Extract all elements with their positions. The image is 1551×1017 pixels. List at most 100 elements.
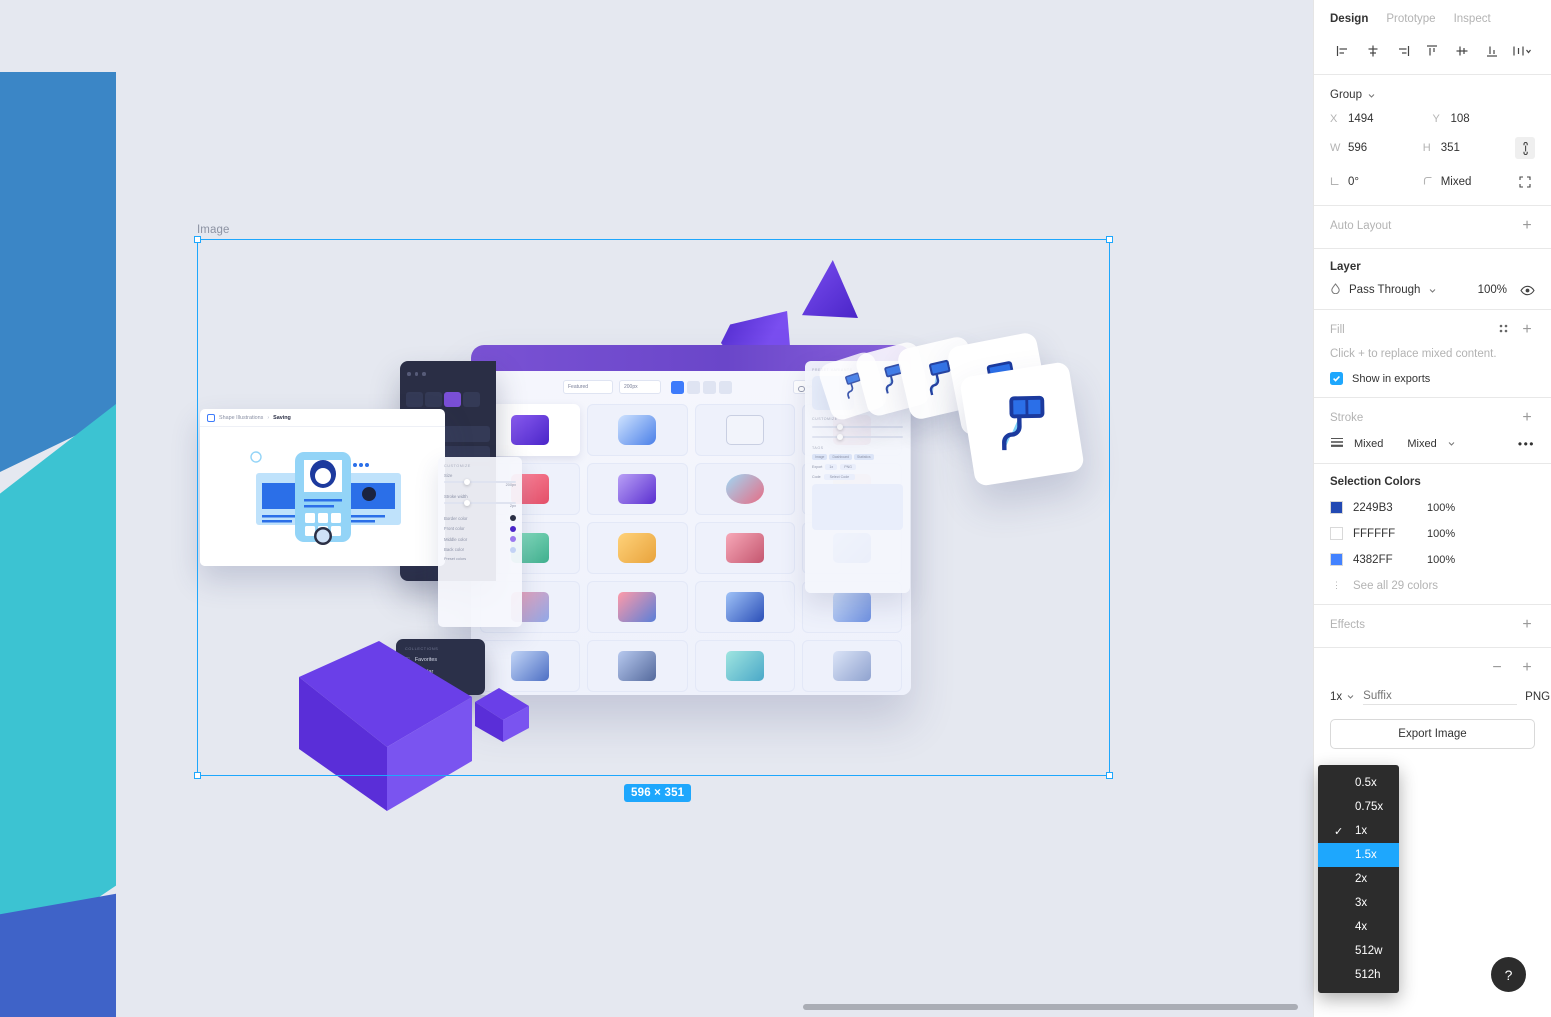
rotation-field[interactable]: 0° xyxy=(1330,176,1423,189)
menu-item-512h[interactable]: 512h xyxy=(1318,963,1399,987)
customize-size-row: Size 200px xyxy=(444,473,516,487)
blend-mode-value[interactable]: Pass Through xyxy=(1349,284,1420,296)
eye-icon[interactable] xyxy=(1515,285,1535,296)
tab-prototype[interactable]: Prototype xyxy=(1386,13,1435,25)
help-button[interactable]: ? xyxy=(1491,957,1526,992)
remove-export-button[interactable]: − xyxy=(1489,660,1505,676)
menu-item-1-5x[interactable]: 1.5x xyxy=(1318,843,1399,867)
see-all-colors-row[interactable]: ⋮ See all 29 colors xyxy=(1330,580,1535,592)
chevron-down-icon[interactable] xyxy=(1447,439,1456,448)
menu-item-2x[interactable]: 2x xyxy=(1318,867,1399,891)
corner-radius-independent-icon[interactable] xyxy=(1515,171,1535,193)
canvas-area[interactable]: Featured 200px Search 1024 illustrations xyxy=(0,0,1313,1017)
tab-inspect[interactable]: Inspect xyxy=(1454,13,1491,25)
chevron-down-icon[interactable] xyxy=(1428,286,1437,295)
preset-customize-title: CUSTOMIZE xyxy=(812,417,838,421)
distribute-icon[interactable] xyxy=(1511,40,1533,62)
add-stroke-button[interactable]: + xyxy=(1519,410,1535,426)
selection-name-label: Image xyxy=(197,224,230,236)
y-value: 108 xyxy=(1450,113,1470,125)
add-export-button[interactable]: + xyxy=(1519,660,1535,676)
tab-design[interactable]: Design xyxy=(1330,13,1368,25)
w-field[interactable]: W 596 xyxy=(1330,142,1423,154)
align-horizontal-center-icon[interactable] xyxy=(1362,40,1384,62)
x-field[interactable]: X 1494 xyxy=(1330,113,1433,125)
selection-colors-section: Selection Colors 2249B3 100% FFFFFF 100%… xyxy=(1314,464,1551,605)
size-dropdown: 200px xyxy=(619,380,661,394)
color-swatch[interactable] xyxy=(1330,527,1343,540)
stroke-weight-value[interactable]: Mixed xyxy=(1354,438,1383,450)
corner-radius-field[interactable]: Mixed xyxy=(1423,176,1516,189)
menu-item-3x[interactable]: 3x xyxy=(1318,891,1399,915)
preset-code-box xyxy=(812,484,903,530)
customize-color-row: Front color xyxy=(444,525,516,532)
export-format-dropdown[interactable]: PNG xyxy=(1525,691,1551,703)
artwork-detail-card: Shape Illustrations › Saving xyxy=(200,409,445,566)
layer-title: Layer xyxy=(1330,261,1361,273)
menu-item-0-75x[interactable]: 0.75x xyxy=(1318,795,1399,819)
fill-hint: Click + to replace mixed content. xyxy=(1330,348,1497,360)
align-vertical-center-icon[interactable] xyxy=(1451,40,1473,62)
link-constrain-icon[interactable] xyxy=(1515,137,1536,159)
selection-type[interactable]: Group xyxy=(1330,89,1535,101)
export-scale-dropdown[interactable]: 1x xyxy=(1330,691,1355,703)
stroke-align-value[interactable]: Mixed xyxy=(1407,438,1436,450)
show-in-exports-checkbox[interactable] xyxy=(1330,372,1343,385)
menu-item-512w[interactable]: 512w xyxy=(1318,939,1399,963)
selection-color-row[interactable]: 4382FF 100% xyxy=(1330,553,1535,566)
illustration-cell xyxy=(694,404,795,456)
preset-colors-label: Preset colors xyxy=(444,557,467,561)
chevron-down-icon xyxy=(1368,93,1375,98)
y-field[interactable]: Y 108 xyxy=(1433,113,1536,125)
show-in-exports-row[interactable]: Show in exports xyxy=(1330,372,1535,385)
color-swatch[interactable] xyxy=(1330,553,1343,566)
menu-item-1x[interactable]: ✓ 1x xyxy=(1318,819,1399,843)
menu-item-0-5x[interactable]: 0.5x xyxy=(1318,771,1399,795)
h-label: H xyxy=(1422,142,1431,154)
card-illustration xyxy=(200,427,445,566)
align-left-icon[interactable] xyxy=(1332,40,1354,62)
selection-color-row[interactable]: FFFFFF 100% xyxy=(1330,527,1535,540)
chevron-down-icon xyxy=(1347,695,1354,699)
show-in-exports-label: Show in exports xyxy=(1352,372,1431,385)
horizontal-scrollbar[interactable] xyxy=(803,1004,1298,1010)
export-scale-menu[interactable]: 0.5x 0.75x ✓ 1x 1.5x 2x 3x 4x 512w 512h xyxy=(1318,765,1399,993)
brush-card-front xyxy=(959,361,1085,487)
align-right-icon[interactable] xyxy=(1392,40,1414,62)
selection-color-row[interactable]: 2249B3 100% xyxy=(1330,501,1535,514)
stroke-more-icon[interactable]: ••• xyxy=(1518,437,1535,451)
selected-image-artwork[interactable]: Featured 200px Search 1024 illustrations xyxy=(197,239,1110,811)
rotation-value: 0° xyxy=(1348,176,1359,188)
color-hex: 4382FF xyxy=(1353,553,1393,566)
paint-brush-icon xyxy=(1002,395,1045,451)
align-bottom-icon[interactable] xyxy=(1481,40,1503,62)
add-effect-button[interactable]: + xyxy=(1519,617,1535,633)
w-value: 596 xyxy=(1348,142,1368,154)
h-field[interactable]: H 351 xyxy=(1423,142,1516,154)
question-mark-icon: ? xyxy=(1504,966,1513,983)
decor-cube-large xyxy=(299,641,472,811)
four-dots-icon[interactable] xyxy=(1498,323,1509,337)
add-auto-layout-button[interactable]: + xyxy=(1519,218,1535,234)
y-label: Y xyxy=(1432,113,1440,125)
view-switcher xyxy=(671,380,732,394)
align-top-icon[interactable] xyxy=(1421,40,1443,62)
customize-color-row: Border color xyxy=(444,515,516,521)
color-opacity: 100% xyxy=(1427,553,1456,566)
menu-item-4x[interactable]: 4x xyxy=(1318,915,1399,939)
tag-chip: Image xyxy=(812,454,828,460)
breadcrumb-root: Shape Illustrations xyxy=(219,414,264,421)
color-hex: FFFFFF xyxy=(1353,527,1396,540)
blend-mode-icon xyxy=(1330,283,1341,297)
breadcrumb-separator: › xyxy=(267,414,270,421)
export-image-button[interactable]: Export Image xyxy=(1330,719,1535,749)
effects-section: Effects + xyxy=(1314,605,1551,648)
export-suffix-input[interactable] xyxy=(1363,688,1518,705)
layer-opacity-value[interactable]: 100% xyxy=(1478,284,1507,296)
add-fill-button[interactable]: + xyxy=(1519,322,1535,338)
figma-window: Featured 200px Search 1024 illustrations xyxy=(0,0,1551,1017)
color-swatch[interactable] xyxy=(1330,501,1343,514)
stroke-weight-icon[interactable] xyxy=(1330,436,1344,451)
view-list-icon xyxy=(719,380,732,394)
editor-tool-copy-icon xyxy=(406,392,423,407)
